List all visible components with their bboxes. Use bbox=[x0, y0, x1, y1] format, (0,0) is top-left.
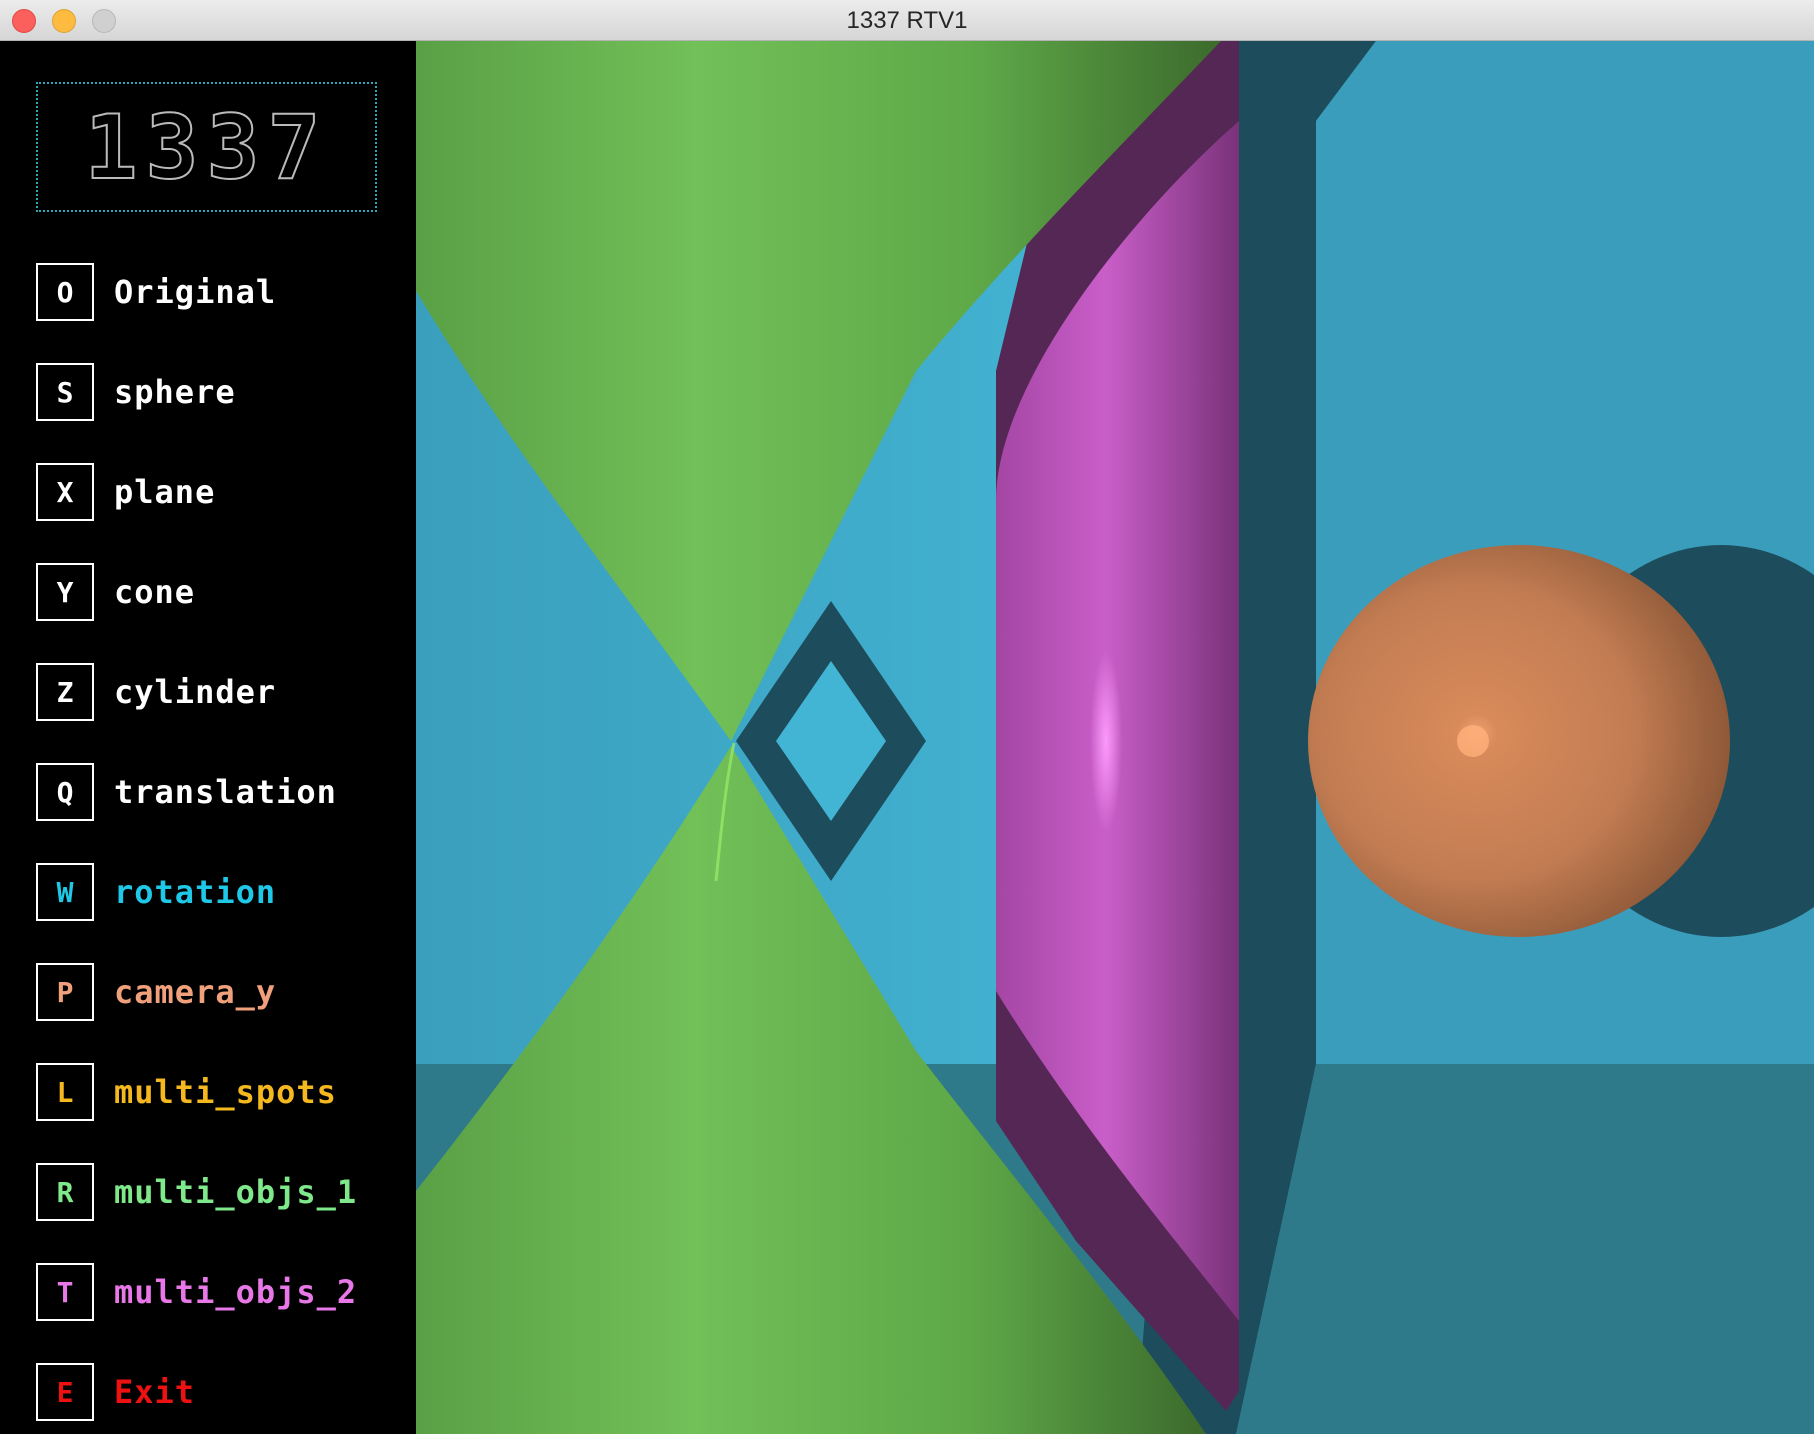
menu-item-sphere[interactable]: Ssphere bbox=[36, 361, 396, 423]
menu-item-label: cylinder bbox=[114, 673, 277, 711]
logo-1337: 1337 bbox=[36, 82, 377, 212]
menu-item-multi-objs-1[interactable]: Rmulti_objs_1 bbox=[36, 1161, 396, 1223]
render-viewport[interactable] bbox=[416, 41, 1814, 1434]
menu-item-label: rotation bbox=[114, 873, 277, 911]
menu-item-label: camera_y bbox=[114, 973, 277, 1011]
menu-item-exit[interactable]: E Exit bbox=[36, 1361, 396, 1423]
shortcut-key-q[interactable]: Q bbox=[36, 763, 94, 821]
shortcut-key-z[interactable]: Z bbox=[36, 663, 94, 721]
menu-item-label: multi_objs_1 bbox=[114, 1173, 358, 1211]
shortcut-key-p[interactable]: P bbox=[36, 963, 94, 1021]
shortcut-key-t[interactable]: T bbox=[36, 1263, 94, 1321]
shortcut-key-w[interactable]: W bbox=[36, 863, 94, 921]
window-title: 1337 RTV1 bbox=[846, 7, 968, 34]
shortcut-key-x[interactable]: X bbox=[36, 463, 94, 521]
menu-item-label: Original bbox=[114, 273, 277, 311]
menu-item-label: cone bbox=[114, 573, 196, 611]
menu-item-rotation[interactable]: Wrotation bbox=[36, 861, 396, 923]
menu-item-label: Exit bbox=[114, 1373, 196, 1411]
shortcut-key-o[interactable]: O bbox=[36, 263, 94, 321]
menu-item-multi-objs-2[interactable]: Tmulti_objs_2 bbox=[36, 1261, 396, 1323]
title-bar: 1337 RTV1 bbox=[0, 0, 1814, 41]
controls-sidebar: 1337 O Original Ssphere Xplane Ycone Zcylinde… bbox=[0, 41, 416, 1434]
menu-item-plane[interactable]: Xplane bbox=[36, 461, 396, 523]
menu-item-label: multi_spots bbox=[114, 1073, 337, 1111]
shortcut-key-l[interactable]: L bbox=[36, 1063, 94, 1121]
raytraced-scene bbox=[416, 41, 1814, 1434]
logo-text: 1337 bbox=[84, 95, 329, 200]
menu-item-label: plane bbox=[114, 473, 216, 511]
menu-item-multi-spots[interactable]: Lmulti_spots bbox=[36, 1061, 396, 1123]
cylinder-highlight bbox=[1090, 651, 1122, 831]
shortcut-key-r[interactable]: R bbox=[36, 1163, 94, 1221]
sphere-highlight bbox=[1457, 725, 1489, 757]
menu-item-label: sphere bbox=[114, 373, 236, 411]
shortcut-key-s[interactable]: S bbox=[36, 363, 94, 421]
menu-item-translation[interactable]: Qtranslation bbox=[36, 761, 396, 823]
right-floor bbox=[1236, 1064, 1814, 1434]
menu-item-label: translation bbox=[114, 773, 337, 811]
shortcut-key-y[interactable]: Y bbox=[36, 563, 94, 621]
shortcut-key-e[interactable]: E bbox=[36, 1363, 94, 1421]
menu-item-label: multi_objs_2 bbox=[114, 1273, 358, 1311]
menu-item-original[interactable]: O Original bbox=[36, 261, 396, 323]
menu-item-cylinder[interactable]: Zcylinder bbox=[36, 661, 396, 723]
menu-item-camera-y[interactable]: Pcamera_y bbox=[36, 961, 396, 1023]
sphere-object bbox=[1308, 545, 1730, 937]
menu-item-cone[interactable]: Ycone bbox=[36, 561, 396, 623]
app-window: 1337 RTV1 1337 O Original Ssphere Xplane Yco… bbox=[0, 0, 1814, 1434]
